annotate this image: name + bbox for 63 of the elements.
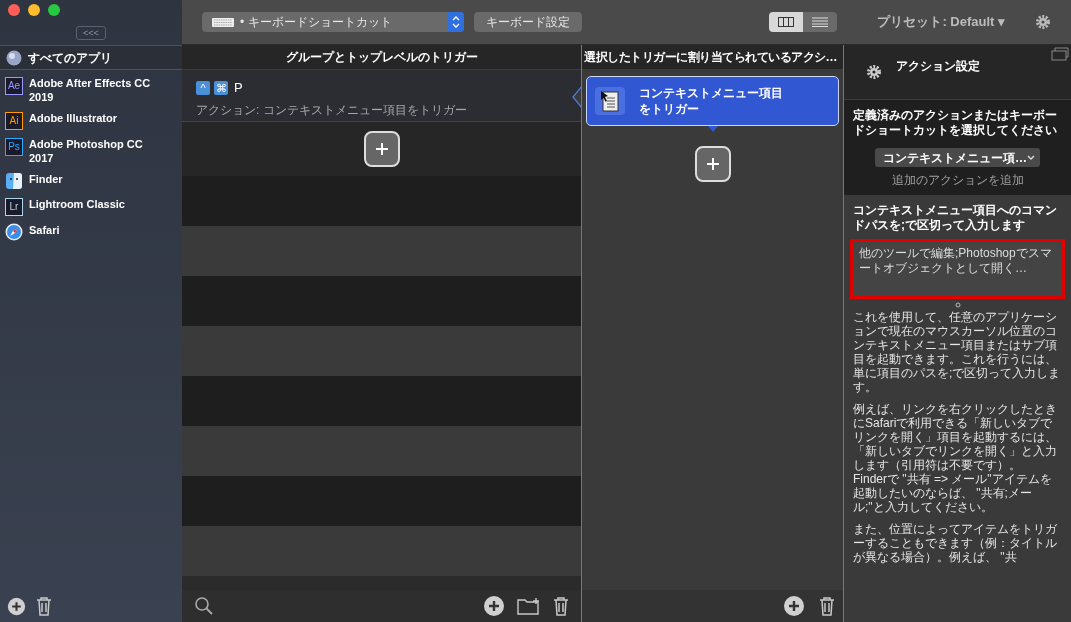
action-select[interactable]: コンテキストメニュー項… <box>875 148 1040 167</box>
sidebar-item[interactable]: すべてのアプリ <box>0 45 182 70</box>
panel-title: アクション設定 <box>896 58 980 75</box>
resize-handle-icon[interactable] <box>954 302 961 308</box>
stepper-icon[interactable] <box>448 12 464 32</box>
add-icon[interactable] <box>7 596 26 616</box>
compass-icon <box>5 223 23 241</box>
add-icon[interactable] <box>483 595 505 617</box>
column-header: 選択したトリガーに割り当てられているアクシ… <box>582 45 843 70</box>
keyboard-settings-button[interactable]: キーボード設定 <box>474 12 582 32</box>
help-text: 例えば、リンクを右クリックしたときにSafariで利用できる「新しいタブでリンクを開く」項目を起動するには、「新しいタブでリンクを開く」と入力します（引用符は不要です）。 Finderで "共有 => メール"アイテムを起動したいのならば、 "共有;メール;"と入力してください。 <box>853 402 1058 514</box>
column-view-button[interactable] <box>769 12 804 32</box>
app-icon: Ai <box>5 112 23 130</box>
app-icon: Ps <box>5 138 23 156</box>
sidebar-item[interactable]: Lr Lightroom Classic <box>0 195 182 218</box>
keyboard-icon <box>212 17 234 27</box>
chevron-icon <box>1027 154 1035 161</box>
trash-icon[interactable] <box>36 596 52 616</box>
add-action-button[interactable] <box>694 146 731 182</box>
key-badge: ^ <box>196 80 210 95</box>
trigger-row[interactable]: ^ ⌘ P アクション: コンテキストメニュー項目をトリガー <box>182 70 581 122</box>
shortcut-key: P <box>234 78 243 98</box>
prompt-text: 定義済みのアクションまたはキーボードショートカットを選択してください <box>853 108 1058 138</box>
menu-cursor-icon <box>595 87 625 115</box>
window-control-button[interactable] <box>8 4 20 16</box>
sidebar-item[interactable]: Ps Adobe Photoshop CC 2017 <box>0 135 182 167</box>
window-icon[interactable] <box>1051 47 1069 61</box>
trash-icon[interactable] <box>819 596 835 616</box>
field-label: コンテキストメニュー項目へのコマンドパスを;で区切って入力します <box>853 203 1058 233</box>
help-text: これを使用して、任意のアプリケーションで現在のマウスカーソル位置のコンテキストメニュー項目またはサブ項目を起動できます。これを行うには、単に項目のパスを;で区切って入力します。 <box>853 310 1062 394</box>
plus-icon <box>374 142 389 156</box>
collapse-button[interactable]: <<< <box>76 26 106 40</box>
window-control-button[interactable] <box>28 4 40 16</box>
window-control-button[interactable] <box>48 4 60 16</box>
settings-icon[interactable] <box>1035 14 1051 30</box>
search-icon[interactable] <box>194 596 214 616</box>
trash-icon[interactable] <box>553 596 569 616</box>
list-view-button[interactable] <box>803 12 838 32</box>
add-icon[interactable] <box>783 595 805 617</box>
list-icon <box>812 17 829 27</box>
add-action-link[interactable]: 追加のアクションを追加 <box>891 171 1024 189</box>
sidebar-item[interactable]: Safari <box>0 221 182 243</box>
help-text: また、位置によってアイテムをトリガーすることもできます（例：タイトルが異なる場合）。例えば、 "共 <box>853 522 1058 564</box>
key-badge: ⌘ <box>214 80 228 95</box>
app-icon: Lr <box>5 198 23 216</box>
callout-tip <box>707 126 718 132</box>
preset-menu[interactable]: プリセット: Default ▾ <box>877 12 1005 32</box>
trigger-action-text: アクション: コンテキストメニュー項目をトリガー <box>196 101 468 119</box>
add-trigger-button[interactable] <box>363 131 400 167</box>
gear-icon <box>866 64 882 80</box>
app-icon: Ae <box>5 77 23 95</box>
action-card[interactable]: コンテキストメニュー項目をトリガー <box>586 76 839 126</box>
sidebar-item[interactable]: Finder <box>0 170 182 192</box>
globe-icon <box>6 49 22 66</box>
column-header: グループとトップレベルのトリガー <box>182 45 581 70</box>
finder-icon <box>5 172 23 190</box>
new-folder-icon[interactable] <box>517 597 541 615</box>
sidebar-item[interactable]: Ai Adobe Illustrator <box>0 109 182 132</box>
columns-icon <box>778 17 795 27</box>
plus-icon <box>705 157 720 171</box>
sidebar-item[interactable]: Ae Adobe After Effects CC 2019 <box>0 74 182 106</box>
command-path-field[interactable]: 他のツールで編集;Photoshopでスマートオブジェクトとして開く… <box>850 239 1065 299</box>
trigger-type-select[interactable]: • キーボードショートカット <box>202 12 464 32</box>
